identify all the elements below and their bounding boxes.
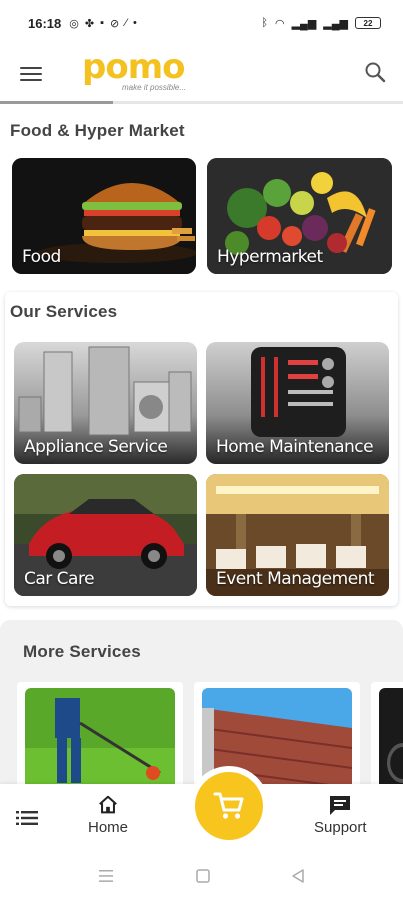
support-nav-label: Support — [314, 819, 367, 836]
system-navigation-bar — [0, 850, 403, 900]
app-icon: ✤ — [84, 17, 95, 30]
appliance-service-card[interactable]: Appliance Service — [14, 342, 197, 464]
home-icon — [99, 795, 117, 814]
bluetooth-icon: ᛒ — [261, 17, 268, 29]
back-icon[interactable] — [290, 868, 306, 884]
home-nav-label: Home — [88, 819, 129, 836]
brand-tagline: make it possible... — [122, 83, 187, 92]
list-nav-button[interactable] — [16, 810, 38, 826]
home-maintenance-label: Home Maintenance — [216, 437, 374, 457]
status-bar: 16:18 ◎ ✤ ▪ ⊘ ⁄ • ᛒ ◠ ▂▄▆ ▂▄▆ 22 — [0, 0, 403, 46]
app-header: pomo make it possible... — [0, 46, 403, 102]
status-time: 16:18 — [28, 15, 62, 31]
tool-icon: ⁄ — [125, 17, 128, 29]
event-management-label: Event Management — [216, 569, 375, 589]
header-progress-fill — [0, 101, 113, 104]
home-system-icon[interactable] — [195, 868, 211, 884]
food-section-title: Food & Hyper Market — [10, 121, 185, 140]
system-icons: ᛒ ◠ ▂▄▆ ▂▄▆ 22 — [261, 17, 381, 30]
cart-button[interactable] — [195, 772, 263, 840]
food-card[interactable]: Food — [12, 158, 196, 274]
services-section-title: Our Services — [10, 302, 118, 321]
wifi-icon: ◠ — [274, 17, 285, 30]
more-service-card-partial[interactable] — [371, 682, 403, 800]
cart-icon — [213, 792, 244, 819]
message-icon: ▪ — [100, 17, 104, 29]
more-services-panel: More Services — [0, 620, 403, 800]
blocked-icon: ⊘ — [109, 17, 120, 30]
list-icon — [16, 811, 38, 825]
event-management-card[interactable]: Event Management — [206, 474, 389, 596]
food-card-label: Food — [22, 247, 61, 267]
whatsapp-icon: ◎ — [69, 17, 79, 30]
menu-icon[interactable] — [18, 64, 44, 84]
hypermarket-card-label: Hypermarket — [217, 247, 323, 267]
home-nav-button[interactable]: Home — [88, 794, 128, 836]
dot-icon: • — [133, 17, 137, 29]
appliance-service-label: Appliance Service — [24, 437, 168, 457]
battery-icon: 22 — [355, 17, 381, 29]
more-service-card-gardening[interactable] — [17, 682, 183, 800]
header-progress-track — [0, 101, 403, 104]
hypermarket-card[interactable]: Hypermarket — [207, 158, 392, 274]
more-services-title: More Services — [23, 642, 141, 661]
home-maintenance-card[interactable]: Home Maintenance — [206, 342, 389, 464]
car-care-label: Car Care — [24, 569, 95, 589]
recent-apps-icon[interactable] — [97, 868, 115, 884]
search-icon[interactable] — [363, 60, 387, 84]
chat-icon — [330, 796, 351, 815]
brand-logo: pomo make it possible... — [82, 50, 202, 96]
brand-name: pomo — [82, 47, 185, 87]
car-care-card[interactable]: Car Care — [14, 474, 197, 596]
support-nav-button[interactable]: Support — [314, 794, 367, 836]
signal-icon-2: ▂▄▆ — [323, 17, 348, 30]
notification-icons: ◎ ✤ ▪ ⊘ ⁄ • — [69, 17, 137, 30]
signal-icon: ▂▄▆ — [291, 17, 317, 30]
